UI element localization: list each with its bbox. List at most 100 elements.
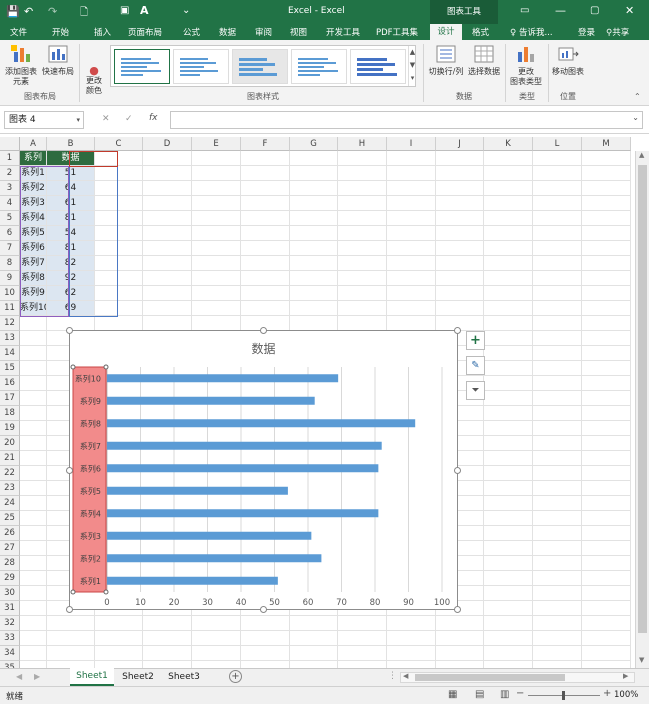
cell[interactable] bbox=[387, 271, 436, 286]
bar[interactable] bbox=[107, 464, 379, 473]
row-header[interactable]: 32 bbox=[0, 616, 20, 631]
cell[interactable]: 系列2 bbox=[20, 181, 47, 196]
cell[interactable] bbox=[47, 646, 95, 661]
cell[interactable] bbox=[192, 211, 241, 226]
cell[interactable] bbox=[582, 586, 631, 601]
row-header[interactable]: 28 bbox=[0, 556, 20, 571]
row-header[interactable]: 16 bbox=[0, 376, 20, 391]
cell[interactable] bbox=[484, 151, 533, 166]
cell[interactable] bbox=[387, 631, 436, 646]
cell[interactable] bbox=[387, 211, 436, 226]
cell[interactable] bbox=[484, 196, 533, 211]
cell[interactable] bbox=[241, 181, 290, 196]
resize-handle-ne[interactable] bbox=[454, 327, 461, 334]
cell[interactable] bbox=[387, 646, 436, 661]
cell[interactable] bbox=[484, 556, 533, 571]
chart-style-thumbnail[interactable] bbox=[114, 49, 170, 84]
cell[interactable] bbox=[95, 316, 143, 331]
cell[interactable] bbox=[533, 361, 582, 376]
column-header[interactable]: G bbox=[290, 137, 338, 151]
cell[interactable] bbox=[533, 241, 582, 256]
bar[interactable] bbox=[107, 396, 315, 405]
cell[interactable] bbox=[484, 631, 533, 646]
cell[interactable]: 系列 bbox=[20, 151, 47, 166]
cell[interactable] bbox=[533, 646, 582, 661]
cell[interactable] bbox=[338, 256, 387, 271]
cell[interactable] bbox=[95, 181, 143, 196]
row-header[interactable]: 23 bbox=[0, 481, 20, 496]
cell[interactable] bbox=[192, 196, 241, 211]
cell[interactable]: 61 bbox=[47, 196, 95, 211]
cell[interactable] bbox=[290, 211, 338, 226]
cell[interactable] bbox=[582, 631, 631, 646]
minimize-icon[interactable]: — bbox=[555, 4, 566, 17]
cell[interactable] bbox=[387, 301, 436, 316]
cell[interactable] bbox=[484, 406, 533, 421]
cell[interactable] bbox=[436, 616, 484, 631]
cell[interactable] bbox=[533, 286, 582, 301]
cell[interactable] bbox=[436, 166, 484, 181]
cell[interactable] bbox=[484, 571, 533, 586]
cell[interactable] bbox=[484, 661, 533, 668]
cell[interactable]: 系列6 bbox=[20, 241, 47, 256]
row-header[interactable]: 30 bbox=[0, 586, 20, 601]
column-header[interactable]: H bbox=[338, 137, 387, 151]
cell[interactable] bbox=[484, 391, 533, 406]
cell[interactable] bbox=[290, 226, 338, 241]
column-header[interactable]: K bbox=[484, 137, 533, 151]
cell[interactable] bbox=[143, 256, 192, 271]
zoom-slider-thumb[interactable] bbox=[562, 691, 565, 700]
cell[interactable]: 系列4 bbox=[20, 211, 47, 226]
cell[interactable] bbox=[484, 241, 533, 256]
cell[interactable] bbox=[192, 646, 241, 661]
cell[interactable] bbox=[436, 661, 484, 668]
cell[interactable] bbox=[484, 616, 533, 631]
cell[interactable] bbox=[192, 256, 241, 271]
bar[interactable] bbox=[107, 441, 382, 450]
cell[interactable] bbox=[290, 631, 338, 646]
cell[interactable] bbox=[20, 316, 47, 331]
share-button[interactable]: ⚲共享 bbox=[606, 26, 629, 38]
cell[interactable] bbox=[582, 346, 631, 361]
row-header[interactable]: 17 bbox=[0, 391, 20, 406]
cell[interactable] bbox=[241, 226, 290, 241]
row-header[interactable]: 29 bbox=[0, 571, 20, 586]
cell[interactable] bbox=[484, 316, 533, 331]
cell[interactable] bbox=[484, 361, 533, 376]
cell[interactable] bbox=[338, 316, 387, 331]
cell[interactable]: 系列7 bbox=[20, 256, 47, 271]
row-header[interactable]: 24 bbox=[0, 496, 20, 511]
cell[interactable] bbox=[290, 241, 338, 256]
cell[interactable] bbox=[95, 151, 143, 166]
cell[interactable] bbox=[338, 616, 387, 631]
zoom-out-icon[interactable]: − bbox=[516, 688, 524, 699]
page-break-view-icon[interactable]: ▥ bbox=[500, 689, 509, 700]
cell[interactable] bbox=[338, 631, 387, 646]
cell[interactable] bbox=[436, 256, 484, 271]
cell[interactable] bbox=[533, 586, 582, 601]
cancel-icon[interactable]: ✕ bbox=[102, 114, 110, 124]
row-header[interactable]: 18 bbox=[0, 406, 20, 421]
scroll-down-arrow-icon[interactable]: ▼ bbox=[639, 656, 644, 664]
cell[interactable] bbox=[20, 631, 47, 646]
cell[interactable] bbox=[241, 241, 290, 256]
axis-selection-handle[interactable] bbox=[70, 589, 76, 595]
cell[interactable] bbox=[387, 226, 436, 241]
cell[interactable]: 64 bbox=[47, 181, 95, 196]
cell[interactable] bbox=[484, 376, 533, 391]
bar[interactable] bbox=[107, 576, 278, 585]
cell[interactable] bbox=[582, 466, 631, 481]
cell[interactable] bbox=[484, 256, 533, 271]
cell[interactable] bbox=[533, 391, 582, 406]
cell[interactable] bbox=[192, 166, 241, 181]
cell[interactable] bbox=[338, 151, 387, 166]
cell[interactable] bbox=[143, 196, 192, 211]
cell[interactable] bbox=[338, 286, 387, 301]
scroll-thumb[interactable] bbox=[638, 165, 647, 633]
cell[interactable] bbox=[143, 661, 192, 668]
cell[interactable] bbox=[338, 166, 387, 181]
resize-handle-nw[interactable] bbox=[66, 327, 73, 334]
customize-qat-icon[interactable]: ⌄ bbox=[182, 5, 190, 16]
insert-function-icon[interactable]: fx bbox=[149, 113, 158, 123]
cell[interactable] bbox=[290, 661, 338, 668]
